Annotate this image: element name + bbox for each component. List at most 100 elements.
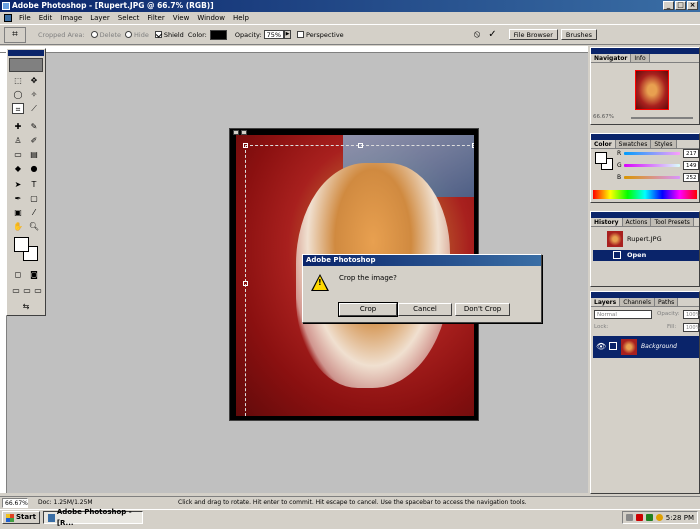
- opacity-dropdown[interactable]: ▶: [284, 30, 292, 39]
- delete-radio[interactable]: Delete: [90, 31, 121, 39]
- menu-select[interactable]: Select: [114, 14, 144, 22]
- document-menu-icon[interactable]: [4, 13, 12, 22]
- commit-crop-icon[interactable]: ✓: [488, 29, 496, 40]
- crop-handle-t[interactable]: [358, 143, 363, 148]
- menu-image[interactable]: Image: [56, 14, 86, 22]
- crop-handle-tl[interactable]: [243, 143, 248, 148]
- history-state-open[interactable]: Open: [593, 250, 699, 261]
- hide-radio[interactable]: Hide: [125, 31, 149, 39]
- standard-mode-icon[interactable]: ◻: [12, 269, 24, 280]
- color-ramp[interactable]: [593, 190, 697, 199]
- shape-tool-icon[interactable]: ▢: [28, 193, 40, 204]
- crop-tool-preset[interactable]: ⌗: [4, 26, 26, 43]
- crop-tool-icon[interactable]: ⌗: [12, 103, 24, 114]
- marquee-tool-icon[interactable]: ⬚: [12, 75, 24, 86]
- taskbar-photoshop[interactable]: Adobe Photoshop - [R...: [42, 508, 143, 527]
- perspective-checkbox[interactable]: Perspective: [297, 31, 344, 39]
- tab-paths[interactable]: Paths: [654, 298, 679, 306]
- dont-crop-button[interactable]: Don't Crop: [455, 303, 510, 316]
- lasso-tool-icon[interactable]: ◯: [12, 89, 24, 100]
- cancel-crop-icon[interactable]: ⦸: [474, 29, 481, 40]
- tab-info[interactable]: Info: [631, 54, 650, 62]
- start-button[interactable]: Start: [2, 511, 40, 524]
- notes-tool-icon[interactable]: ▣: [12, 207, 24, 218]
- layer-visibility-eye-icon[interactable]: 👁︎: [596, 342, 606, 351]
- healing-brush-icon[interactable]: ✚: [12, 121, 24, 132]
- close-button[interactable]: ×: [687, 1, 698, 10]
- menu-view[interactable]: View: [169, 14, 194, 22]
- menu-edit[interactable]: Edit: [35, 14, 57, 22]
- tab-tool-presets[interactable]: Tool Presets: [651, 218, 694, 226]
- crop-button[interactable]: Crop: [338, 302, 398, 317]
- layer-row-background[interactable]: 👁︎ Background: [593, 336, 699, 358]
- tray-icon-1[interactable]: [625, 514, 633, 521]
- dialog-message: Crop the image?: [339, 274, 397, 282]
- maximize-button[interactable]: □: [675, 1, 686, 10]
- menu-file[interactable]: File: [15, 14, 35, 22]
- shield-color-swatch[interactable]: [209, 29, 227, 40]
- brushes-tab[interactable]: Brushes: [560, 29, 598, 40]
- b-slider[interactable]: [624, 176, 680, 179]
- navigator-zoom[interactable]: 66.67%: [593, 114, 614, 120]
- brush-tool-icon[interactable]: ✎: [28, 121, 40, 132]
- zoom-tool-icon[interactable]: 🔍︎: [28, 221, 40, 232]
- crop-handle-tr[interactable]: [472, 143, 474, 148]
- g-value[interactable]: 149: [683, 161, 699, 170]
- navigator-zoom-slider[interactable]: [631, 117, 693, 119]
- navigator-thumbnail[interactable]: [635, 70, 669, 110]
- menu-window[interactable]: Window: [193, 14, 229, 22]
- tab-color[interactable]: Color: [591, 140, 616, 148]
- tab-actions[interactable]: Actions: [622, 218, 652, 226]
- quick-mask-icon[interactable]: ◙: [28, 269, 40, 280]
- color-fg-swatch[interactable]: [595, 152, 607, 164]
- type-tool-icon[interactable]: T: [28, 179, 40, 190]
- file-browser-tab[interactable]: File Browser: [508, 29, 558, 40]
- history-snapshot[interactable]: Rupert.JPG: [593, 229, 699, 249]
- menu-layer[interactable]: Layer: [86, 14, 114, 22]
- tab-channels[interactable]: Channels: [620, 298, 655, 306]
- status-zoom[interactable]: 66.67%: [2, 497, 28, 508]
- clock: 5:28 PM: [665, 513, 694, 522]
- tab-layers[interactable]: Layers: [591, 298, 621, 306]
- path-selection-icon[interactable]: ➤: [12, 179, 24, 190]
- fill-field[interactable]: 100%: [683, 323, 700, 332]
- hand-tool-icon[interactable]: ✋: [12, 221, 24, 232]
- menu-help[interactable]: Help: [229, 14, 253, 22]
- cancel-button[interactable]: Cancel: [398, 303, 452, 316]
- tray-icon-4[interactable]: [655, 514, 663, 521]
- opacity-field[interactable]: 75%: [263, 30, 285, 39]
- dodge-tool-icon[interactable]: ●: [28, 163, 40, 174]
- history-brush-icon[interactable]: ✐: [28, 135, 40, 146]
- eyedropper-icon[interactable]: ⁄: [28, 207, 40, 218]
- clone-stamp-icon[interactable]: ♙: [12, 135, 24, 146]
- shield-checkbox[interactable]: Shield: [154, 31, 184, 39]
- eraser-tool-icon[interactable]: ▭: [12, 149, 24, 160]
- tab-navigator[interactable]: Navigator: [591, 54, 632, 62]
- minimize-button[interactable]: _: [663, 1, 674, 10]
- menu-filter[interactable]: Filter: [143, 14, 168, 22]
- crop-handle-l[interactable]: [243, 281, 248, 286]
- layer-opacity-field[interactable]: 100%: [683, 310, 700, 319]
- tray-icon-3[interactable]: [645, 514, 653, 521]
- b-value[interactable]: 252: [683, 173, 699, 182]
- gradient-tool-icon[interactable]: ▤: [28, 149, 40, 160]
- tab-swatches[interactable]: Swatches: [615, 140, 652, 148]
- screen-mode-full-icon[interactable]: ▭: [32, 285, 44, 296]
- magic-wand-icon[interactable]: ✧: [28, 89, 40, 100]
- blur-tool-icon[interactable]: ◆: [12, 163, 24, 174]
- foreground-color-swatch[interactable]: [14, 237, 29, 252]
- r-slider[interactable]: [624, 152, 680, 155]
- tray-icon-2[interactable]: [635, 514, 643, 521]
- pen-tool-icon[interactable]: ✒: [12, 193, 24, 204]
- g-slider[interactable]: [624, 164, 680, 167]
- crop-icon: ⌗: [12, 29, 18, 40]
- move-tool-icon[interactable]: ✥: [28, 75, 40, 86]
- layer-link-icon[interactable]: [609, 342, 617, 350]
- slice-tool-icon[interactable]: ⟋: [28, 103, 40, 114]
- tab-styles[interactable]: Styles: [651, 140, 677, 148]
- adobe-online-icon[interactable]: [9, 58, 43, 72]
- jump-to-imageready-icon[interactable]: ⇆: [12, 301, 40, 312]
- r-value[interactable]: 217: [683, 149, 699, 158]
- blend-mode-select[interactable]: Normal: [594, 310, 652, 319]
- tab-history[interactable]: History: [591, 218, 623, 226]
